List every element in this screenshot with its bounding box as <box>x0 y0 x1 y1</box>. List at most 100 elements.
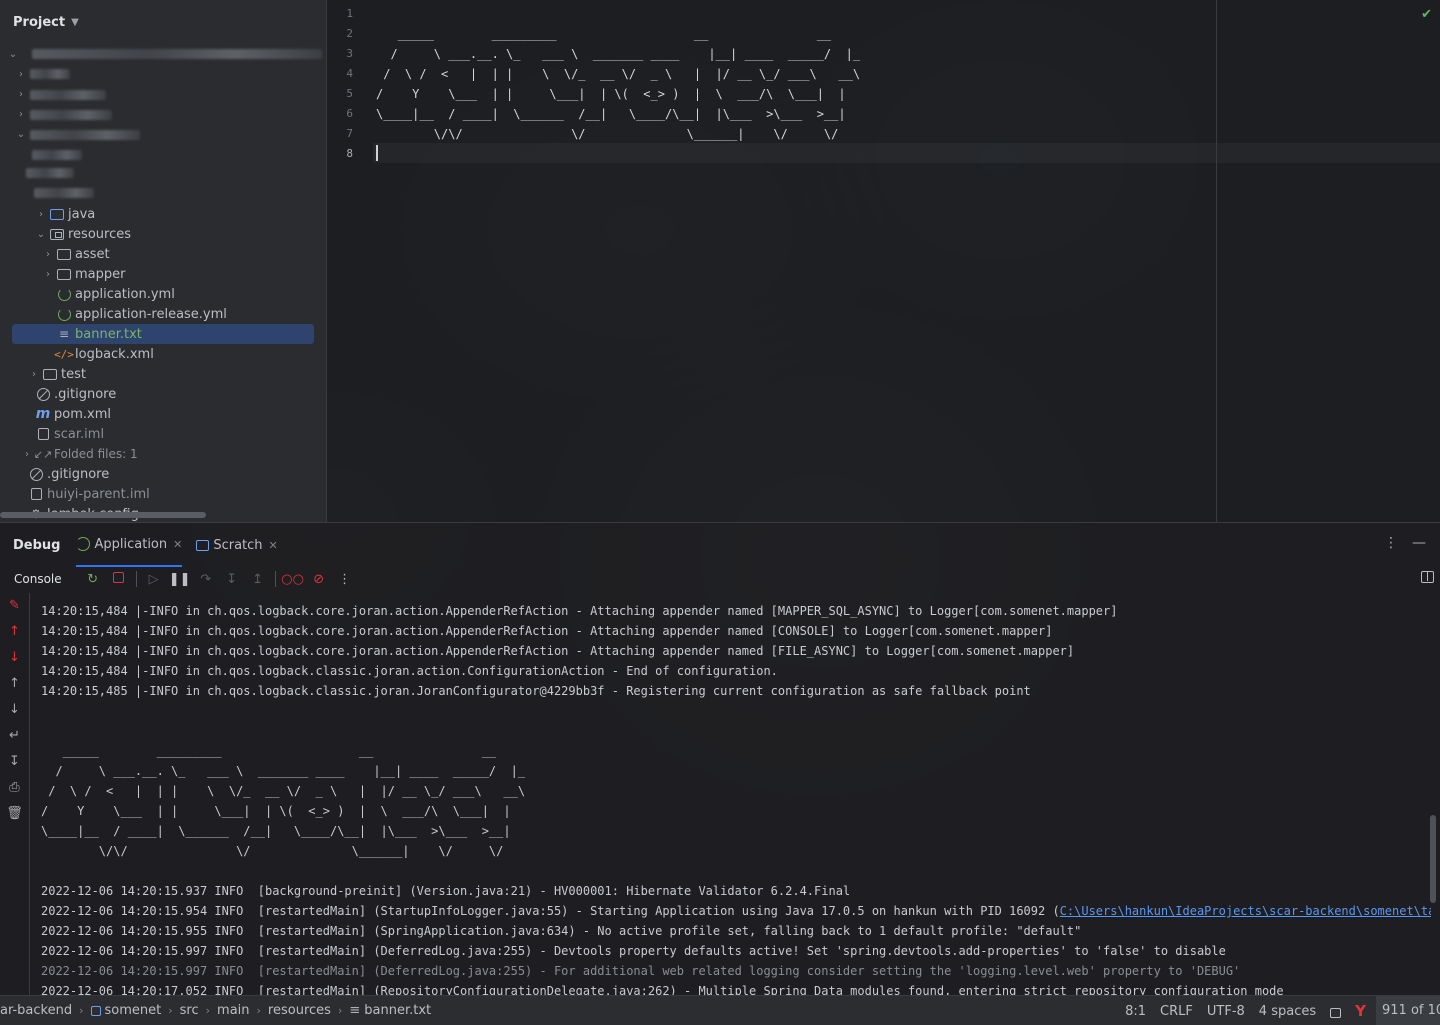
breadcrumb-item[interactable]: src <box>180 1003 199 1018</box>
tree-item-scar-iml[interactable]: scar.iml <box>34 424 104 444</box>
chevron-down-icon[interactable]: ⌄ <box>34 229 48 240</box>
console-line: 2022-12-06 14:20:15.997 INFO [restartedM… <box>41 944 1226 958</box>
project-panel-header[interactable]: Project ▼ <box>0 0 326 44</box>
tree-row-collapsed[interactable]: › <box>14 64 28 84</box>
spring-run-icon <box>76 537 91 551</box>
resume-icon[interactable]: ▷ <box>141 572 167 587</box>
blurred-tree-item <box>26 168 74 178</box>
stop-icon[interactable] <box>106 571 132 587</box>
scroll-to-end-icon[interactable]: ↧ <box>0 749 29 775</box>
tree-item-resources[interactable]: ⌄ resources <box>34 224 131 244</box>
tree-item-logback-xml[interactable]: </> logback.xml <box>54 344 154 364</box>
more-options-icon[interactable]: ⋮ <box>332 572 358 587</box>
chevron-right-icon[interactable]: › <box>14 89 28 100</box>
trash-icon[interactable]: 🗑 <box>0 801 29 827</box>
console-line: 14:20:15,484 |-INFO in ch.qos.logback.co… <box>41 644 1075 658</box>
chevron-right-icon[interactable]: › <box>41 269 55 280</box>
tab-label: Application <box>94 536 168 552</box>
chevron-right-icon[interactable]: › <box>14 109 28 120</box>
code-line: / \ ___.__. \_ ___ \ _______ ____ |__| _… <box>376 47 861 61</box>
tree-item-pom-xml[interactable]: m pom.xml <box>34 404 111 424</box>
scroll-down-icon[interactable]: ↓ <box>0 697 29 723</box>
next-occurrence-icon[interactable]: ↓ <box>0 645 29 671</box>
layout-settings-icon[interactable] <box>1421 571 1434 583</box>
chevron-right-icon[interactable]: › <box>27 369 41 380</box>
tree-item-gitignore-module[interactable]: .gitignore <box>34 384 116 404</box>
tree-item-mapper[interactable]: › mapper <box>41 264 125 284</box>
code-area[interactable]: _____ _________ __ __ / \ ___.__. \_ ___… <box>376 4 860 164</box>
chevron-down-icon[interactable]: ⌄ <box>6 49 20 60</box>
pause-icon[interactable]: ❚❚ <box>167 572 193 587</box>
step-over-icon[interactable]: ↷ <box>193 572 219 587</box>
chevron-right-icon[interactable]: › <box>41 249 55 260</box>
tree-item-asset[interactable]: › asset <box>41 244 110 264</box>
blurred-tree-item <box>30 130 140 140</box>
scroll-up-icon[interactable]: ↑ <box>0 671 29 697</box>
breadcrumb-item[interactable]: main <box>217 1003 249 1018</box>
mute-breakpoints-icon[interactable]: ⊘ <box>306 572 332 587</box>
tree-item-application-release-yml[interactable]: application-release.yml <box>55 304 227 324</box>
caret-position[interactable]: 8:1 <box>1125 1004 1146 1019</box>
tree-item-java[interactable]: › java <box>34 204 95 224</box>
tree-row-collapsed[interactable]: › <box>14 104 28 124</box>
chevron-down-icon[interactable]: ▼ <box>71 17 79 28</box>
tree-item-application-yml[interactable]: application.yml <box>55 284 175 304</box>
horizontal-scrollbar[interactable] <box>0 512 206 518</box>
tree-item-gitignore-root[interactable]: .gitignore <box>27 464 109 484</box>
code-line <box>376 4 860 24</box>
tree-row-expanded[interactable]: ⌄ <box>14 124 28 144</box>
inspection-ok-icon[interactable]: ✔ <box>1421 7 1432 22</box>
step-into-icon[interactable]: ↧ <box>219 572 245 587</box>
tree-row-collapsed[interactable]: › <box>14 84 28 104</box>
clear-highlight-icon[interactable]: ✎ <box>0 593 29 619</box>
breadcrumb-item[interactable]: resources <box>268 1003 331 1018</box>
print-icon[interactable]: ⎙ <box>0 775 29 801</box>
chevron-right-icon[interactable]: › <box>34 209 48 220</box>
indent-settings[interactable]: 4 spaces <box>1259 1004 1316 1019</box>
console-output[interactable]: 14:20:15,484 |-INFO in ch.qos.logback.co… <box>41 591 1431 996</box>
previous-occurrence-icon[interactable]: ↑ <box>0 619 29 645</box>
console-tab[interactable]: Console <box>14 572 62 586</box>
tree-item-banner-txt[interactable]: ≡ banner.txt <box>12 324 314 344</box>
file-path-link[interactable]: C:\Users\hankun\IdeaProjects\scar-backen… <box>1060 904 1431 918</box>
close-icon[interactable]: ✕ <box>173 538 182 551</box>
rerun-icon[interactable]: ↻ <box>80 572 106 587</box>
tree-item-folded-files[interactable]: › ↙↗ Folded files: 1 <box>20 444 138 464</box>
breadcrumb-item[interactable]: somenet <box>105 1003 162 1018</box>
editor[interactable]: 1 2 3 4 5 6 7 8 _____ _________ __ __ / … <box>327 0 1440 522</box>
banner-line: / Y \___ | | \___| | \( <_> ) | \ ___/\ … <box>41 804 511 818</box>
line-separator[interactable]: CRLF <box>1160 1004 1193 1019</box>
console-side-toolbar: ✎ ↑ ↓ ↑ ↓ ↵ ↧ ⎙ 🗑 <box>0 593 30 996</box>
plugin-y-icon[interactable]: Y <box>1355 1002 1366 1020</box>
tree-item-test[interactable]: › test <box>27 364 86 384</box>
console-blank-line <box>41 721 1431 741</box>
lock-icon[interactable] <box>1330 1008 1342 1018</box>
tab-application[interactable]: Application ✕ <box>76 523 183 567</box>
soft-wrap-icon[interactable]: ↵ <box>0 723 29 749</box>
tree-item-label: .gitignore <box>54 386 117 402</box>
memory-indicator[interactable]: 911 of 102 <box>1376 996 1440 1025</box>
chevron-right-icon: › <box>205 1004 211 1017</box>
debug-toolbar: Console ↻ ▷ ❚❚ ↷ ↧ ↥ ○○ ⊘ ⋮ <box>0 567 1440 591</box>
more-options-icon[interactable]: ⋮ <box>1384 535 1398 551</box>
minimize-icon[interactable]: — <box>1412 535 1426 551</box>
tab-scratch[interactable]: Scratch ✕ <box>196 537 278 553</box>
tree-item-huiyi-parent-iml[interactable]: huiyi-parent.iml <box>27 484 150 504</box>
console-line-partial <box>41 591 1431 601</box>
breadcrumb-item[interactable]: ar-backend <box>0 1003 72 1018</box>
chevron-right-icon[interactable]: › <box>20 449 34 460</box>
module-file-icon <box>34 428 52 440</box>
console-blank-line <box>41 861 1431 881</box>
close-icon[interactable]: ✕ <box>269 539 278 552</box>
step-out-icon[interactable]: ↥ <box>245 572 271 587</box>
tab-label: Scratch <box>213 537 263 553</box>
tree-row-root[interactable]: ⌄ <box>6 44 20 64</box>
code-line: / Y \___ | | \___| | \( <_> ) | \ ___/\ … <box>376 87 846 101</box>
module-file-icon <box>27 488 45 500</box>
chevron-right-icon[interactable]: › <box>14 69 28 80</box>
console-scrollbar[interactable] <box>1430 815 1436 903</box>
view-breakpoints-icon[interactable]: ○○ <box>280 572 306 587</box>
breadcrumb-item[interactable]: banner.txt <box>364 1003 431 1018</box>
file-encoding[interactable]: UTF-8 <box>1207 1004 1245 1019</box>
chevron-down-icon[interactable]: ⌄ <box>14 129 28 140</box>
